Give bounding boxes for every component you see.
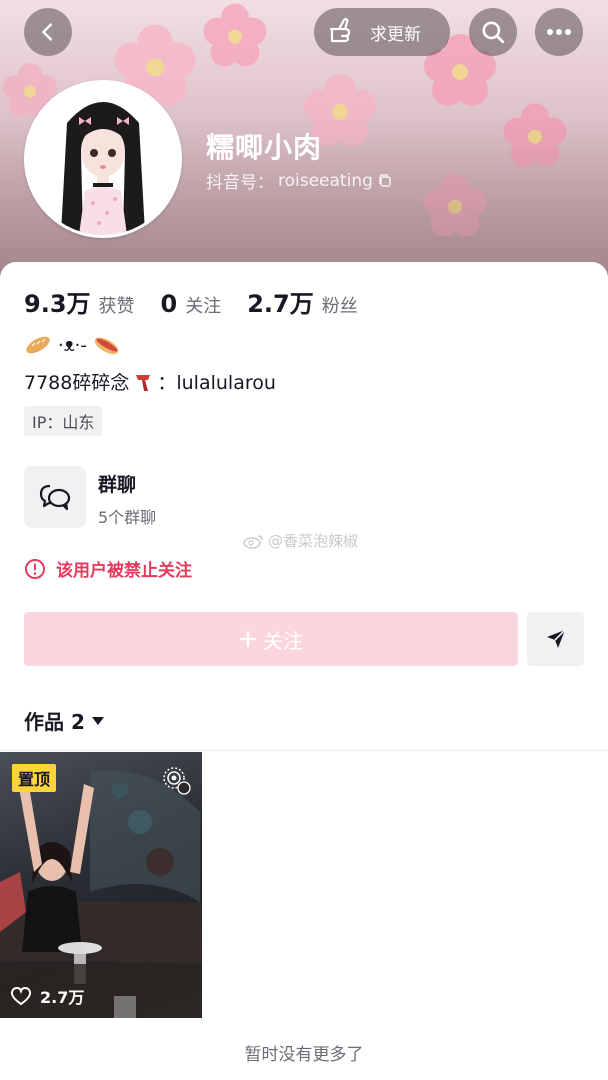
douyin-id-value: roiseeating — [278, 170, 373, 191]
nickname: 糯唧小肉 — [206, 131, 323, 164]
stat-value: 2.7万 — [247, 290, 314, 318]
more-dots-icon — [547, 29, 571, 35]
follow-ban-text: 该用户被禁止关注 — [56, 561, 192, 581]
bio-line-2: 7788碎碎念 ：lulalularou — [24, 368, 276, 395]
group-chat-icon-box[interactable] — [24, 466, 86, 528]
chat-bubbles-icon — [39, 484, 71, 511]
more-button[interactable] — [535, 8, 583, 56]
tab-works[interactable]: 作品 2 — [24, 706, 105, 735]
video-thumbnail[interactable]: 置顶 2.7万 — [0, 752, 202, 1018]
stat-label: 关注 — [185, 296, 222, 317]
stat-value: 0 — [160, 290, 178, 318]
stat-label: 获赞 — [98, 296, 135, 317]
avatar[interactable] — [24, 80, 182, 238]
follow-button[interactable]: 关注 — [24, 612, 518, 666]
no-more-footer: 暂时没有更多了 — [244, 1045, 364, 1065]
caret-down-icon — [91, 716, 104, 725]
profile-banner: 求更新 糯唧小肉 抖音号： roiseeating — [0, 0, 608, 290]
pinned-badge: 置顶 — [12, 764, 57, 792]
follow-button-label: 关注 — [263, 628, 303, 653]
share-button[interactable] — [527, 612, 584, 666]
tab-divider — [0, 750, 608, 751]
search-button[interactable] — [469, 8, 517, 56]
baguette-icon — [26, 336, 50, 354]
avatar-illustration — [27, 83, 179, 235]
live-photo-icon — [163, 767, 191, 795]
hotdog-icon — [94, 337, 119, 355]
group-chat-count: 5个群聊 — [98, 508, 157, 527]
douyin-id-label: 抖音号： — [206, 173, 274, 193]
group-chat-title[interactable]: 群聊 — [98, 470, 136, 497]
request-update-button[interactable]: 求更新 — [314, 8, 450, 56]
watermark-text: @香菜泡辣椒 — [268, 532, 359, 550]
bio-line-2-prefix: 7788碎碎念 — [24, 372, 130, 394]
stat-label: 粉丝 — [321, 296, 358, 317]
bio-line-1: ·ᴥ·‑ — [24, 334, 121, 356]
video-like-count-text: 2.7万 — [40, 988, 85, 1007]
stat-following[interactable]: 0 关注 — [161, 290, 222, 318]
scarf-icon — [136, 374, 151, 391]
weibo-logo-icon — [243, 534, 263, 549]
follow-ban-notice: 该用户被禁止关注 — [24, 556, 192, 581]
heart-outline-icon — [10, 986, 32, 1006]
video-like-count: 2.7万 — [10, 984, 84, 1008]
stat-followers[interactable]: 2.7万 粉丝 — [247, 284, 358, 319]
bio-line-2-suffix: ：lulalularou — [157, 372, 276, 394]
send-arrow-icon — [546, 629, 566, 648]
stat-value: 9.3万 — [24, 290, 91, 318]
request-update-label: 求更新 — [370, 24, 421, 45]
ip-location-tag: IP：山东 — [24, 406, 103, 436]
copy-icon[interactable] — [377, 173, 393, 189]
search-icon — [482, 21, 505, 44]
alert-circle-icon — [25, 558, 45, 579]
plus-icon — [239, 630, 257, 648]
bio-line-1-text: ·ᴥ·‑ — [58, 334, 87, 356]
stats-row: 9.3万 获赞 0 关注 2.7万 粉丝 — [24, 284, 358, 319]
works-tab-label: 作品 2 — [24, 710, 85, 734]
stat-likes[interactable]: 9.3万 获赞 — [24, 284, 135, 319]
profile-sheet: 9.3万 获赞 0 关注 2.7万 粉丝 ·ᴥ·‑ 7788碎碎念 ：lulal… — [0, 262, 608, 1080]
douyin-id-row[interactable]: 抖音号： roiseeating — [206, 168, 393, 193]
back-button[interactable] — [24, 8, 72, 56]
hand-point-icon — [329, 18, 351, 43]
chevron-left-icon — [42, 23, 53, 41]
watermark: @香菜泡辣椒 — [242, 530, 358, 551]
